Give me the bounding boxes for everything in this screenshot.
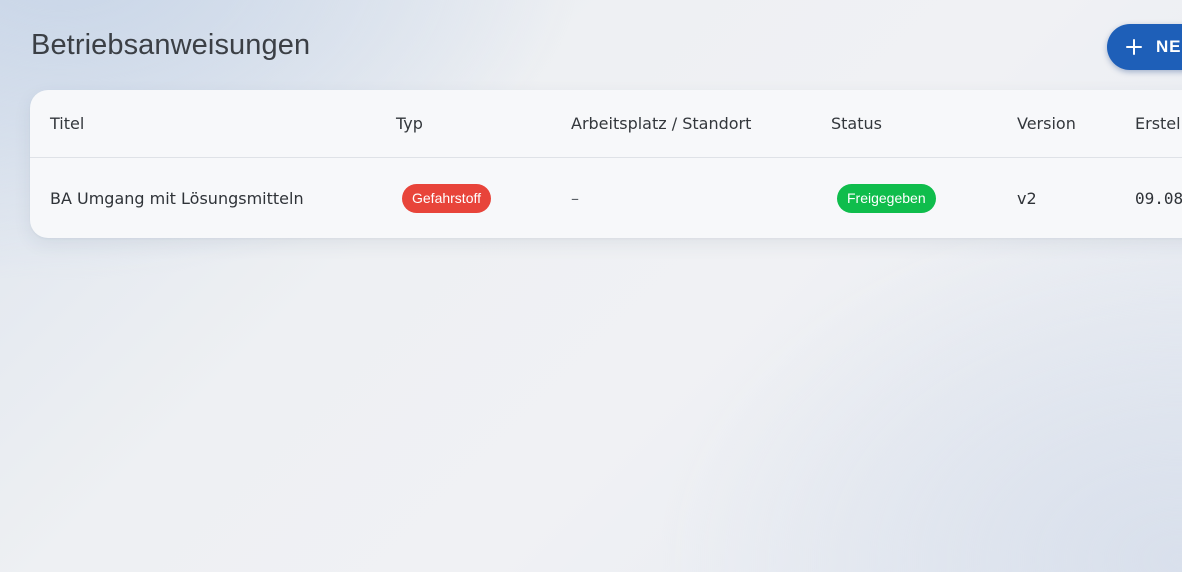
row-created-date: 09.08 xyxy=(1135,188,1182,208)
plus-icon xyxy=(1125,38,1143,56)
new-instruction-button[interactable]: NEU xyxy=(1107,24,1182,70)
row-status-cell: Freigegeben xyxy=(837,158,936,238)
table-row[interactable]: BA Umgang mit Lösungsmitteln Gefahrstoff… xyxy=(30,158,1182,238)
type-badge: Gefahrstoff xyxy=(402,183,492,213)
column-header-created[interactable]: Erstellt xyxy=(1135,90,1182,157)
row-location: – xyxy=(571,188,579,208)
row-title: BA Umgang mit Lösungsmitteln xyxy=(50,188,304,208)
column-header-type[interactable]: Typ xyxy=(396,90,423,157)
column-header-version[interactable]: Version xyxy=(1017,90,1076,157)
table-header-row: Titel Typ Arbeitsplatz / Standort Status… xyxy=(30,90,1182,158)
row-type-cell: Gefahrstoff xyxy=(402,158,492,238)
page-title: Betriebsanweisungen xyxy=(31,29,311,61)
column-header-status[interactable]: Status xyxy=(831,90,882,157)
instructions-table: Titel Typ Arbeitsplatz / Standort Status… xyxy=(30,90,1182,238)
new-button-label: NEU xyxy=(1156,37,1182,56)
row-version: v2 xyxy=(1017,188,1037,208)
column-header-location[interactable]: Arbeitsplatz / Standort xyxy=(571,90,751,157)
column-header-title[interactable]: Titel xyxy=(50,90,84,157)
status-badge: Freigegeben xyxy=(837,183,936,213)
